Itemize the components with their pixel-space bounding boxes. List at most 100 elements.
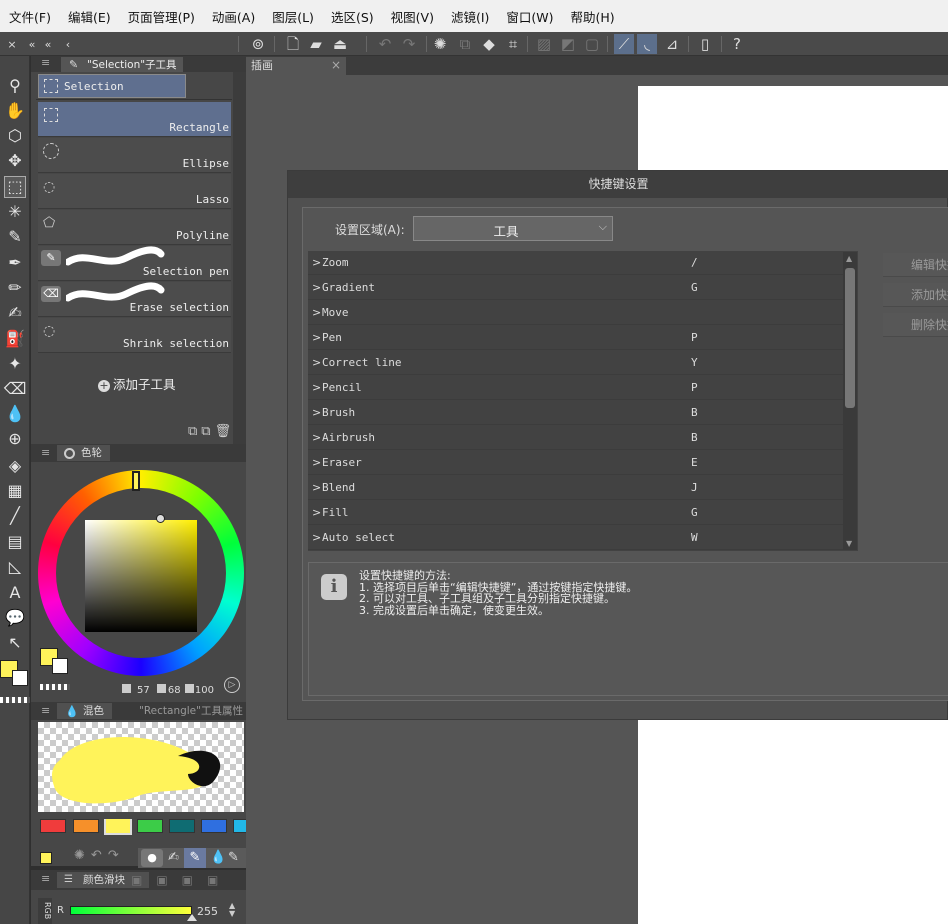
other-panel-tabs[interactable]: ▣▣▣▣ <box>131 873 241 887</box>
add-subtool-button[interactable]: + 添加子工具 <box>98 374 176 393</box>
subtool-ellipse[interactable]: Ellipse <box>38 138 231 173</box>
eyedropper-icon[interactable]: ✎ <box>228 850 239 865</box>
new-file-icon[interactable]: 🗋 <box>283 34 303 54</box>
deselect-icon[interactable]: ▢ <box>582 34 602 54</box>
subtool-selection-pen[interactable]: ✎ Selection pen <box>38 246 231 281</box>
shortcut-row[interactable]: > Brush B <box>308 401 844 425</box>
operation-icon[interactable]: ⬡ <box>4 125 26 147</box>
menu-file[interactable]: 文件(F) <box>0 7 59 26</box>
snap-grid-icon[interactable]: ⊿ <box>662 34 682 54</box>
menu-selection[interactable]: 选区(S) <box>322 7 382 26</box>
brush-icon[interactable]: ✍ <box>168 850 179 865</box>
transform-icon[interactable]: ⧉ <box>455 34 475 54</box>
transparent-color-icon[interactable] <box>0 697 30 703</box>
loading-icon[interactable]: ✺ <box>430 34 450 54</box>
panel-menu-icon[interactable]: ≡ <box>41 704 50 717</box>
undo-icon[interactable]: ↶ <box>375 34 395 54</box>
double-left-icon[interactable]: « <box>38 34 58 54</box>
pen-icon[interactable]: ✎ <box>184 848 206 868</box>
brush-icon[interactable]: ✍ <box>4 302 26 324</box>
palette-swatch-teal[interactable] <box>169 819 195 833</box>
transparent-color-icon[interactable] <box>40 684 70 690</box>
expand-arrow-icon[interactable]: > <box>312 406 321 419</box>
expand-arrow-icon[interactable]: > <box>312 531 321 544</box>
menu-page[interactable]: 页面管理(P) <box>119 7 203 26</box>
saturation-value-square[interactable] <box>85 520 197 632</box>
save-icon[interactable]: ⏏ <box>330 34 350 54</box>
pencil-icon[interactable]: ✏ <box>4 277 26 299</box>
expand-arrow-icon[interactable]: > <box>312 381 321 394</box>
shortcut-row[interactable]: > Blend J <box>308 476 844 500</box>
r-channel-value[interactable]: 255 <box>197 905 218 918</box>
copy-subtool-icon[interactable]: ⧉ <box>188 424 201 439</box>
shortcut-row[interactable]: > Pen P <box>308 326 844 350</box>
palette-swatch-orange[interactable] <box>73 819 99 833</box>
menu-layer[interactable]: 图层(L) <box>263 7 322 26</box>
palette-swatch-green[interactable] <box>137 819 163 833</box>
subtool-shrink-selection[interactable]: ◌ Shrink selection <box>38 318 231 353</box>
expand-arrow-icon[interactable]: > <box>312 506 321 519</box>
gradient-icon[interactable]: ▦ <box>4 480 26 502</box>
tab-subtool[interactable]: "Selection"子工具 <box>61 57 183 73</box>
delete-shortcut-button[interactable]: 删除快捷键 <box>883 313 948 337</box>
invert-selection-icon[interactable]: ◩ <box>558 34 578 54</box>
figure-icon[interactable]: ⊕ <box>4 428 26 450</box>
fill-bucket-icon[interactable]: ◈ <box>4 455 26 477</box>
palette-swatch-red[interactable] <box>40 819 66 833</box>
redo-icon[interactable]: ↷ <box>108 848 125 863</box>
clear-icon[interactable]: ✺ <box>74 848 91 863</box>
crop-icon[interactable]: ⌗ <box>503 34 523 54</box>
scroll-down-icon[interactable]: ▼ <box>846 539 852 548</box>
mix-canvas[interactable] <box>38 722 244 812</box>
add-shortcut-button[interactable]: 添加快捷键 <box>883 283 948 307</box>
tab-tool-property[interactable]: "Rectangle"工具属性 <box>115 703 246 719</box>
shortcut-row[interactable]: > Auto select W <box>308 526 844 550</box>
shortcut-row[interactable]: > Airbrush B <box>308 426 844 450</box>
blend-icon[interactable]: 💧 <box>4 403 26 425</box>
expand-arrow-icon[interactable]: > <box>312 256 321 269</box>
device-icon[interactable]: ▯ <box>695 34 715 54</box>
eraser-icon[interactable]: ⌫ <box>4 378 27 400</box>
subtool-group-selection[interactable]: Selection <box>38 74 186 98</box>
subtool-rectangle[interactable]: Rectangle <box>38 102 231 137</box>
fill-icon[interactable]: ◆ <box>479 34 499 54</box>
duplicate-subtool-icon[interactable]: ⧉ <box>201 424 214 439</box>
app-logo-icon[interactable]: ⊚ <box>248 34 268 54</box>
shortcut-row[interactable]: > Fill G <box>308 501 844 525</box>
selection-icon[interactable]: ⬚ <box>4 176 26 198</box>
sub-color-swatch[interactable] <box>12 670 28 686</box>
open-folder-icon[interactable]: ▰ <box>306 34 326 54</box>
panel-menu-icon[interactable]: ≡ <box>41 872 50 885</box>
hide-selection-icon[interactable]: ▨ <box>534 34 554 54</box>
shortcut-row[interactable]: > Move <box>308 301 844 325</box>
expand-arrow-icon[interactable]: > <box>312 281 321 294</box>
hue-cursor[interactable] <box>132 471 140 491</box>
snap-special-ruler-icon[interactable]: ◟ <box>637 34 657 54</box>
subtool-lasso[interactable]: ◌ Lasso <box>38 174 231 209</box>
undo-icon[interactable]: ↶ <box>91 848 108 863</box>
line-icon[interactable]: ╱ <box>4 505 26 527</box>
panel-menu-icon[interactable]: ≡ <box>41 446 50 459</box>
redo-icon[interactable]: ↷ <box>399 34 419 54</box>
menu-animation[interactable]: 动画(A) <box>203 7 263 26</box>
chevron-left-icon[interactable]: ‹ <box>58 34 78 54</box>
scroll-up-icon[interactable]: ▲ <box>846 254 852 263</box>
close-icon[interactable]: × <box>2 34 22 54</box>
zoom-icon[interactable]: ⚲ <box>4 75 26 97</box>
subtool-scrollbar[interactable] <box>233 72 246 444</box>
airbrush-icon[interactable]: ⛽ <box>4 328 26 350</box>
blend-icon[interactable]: 💧 <box>210 850 226 865</box>
expand-arrow-icon[interactable]: > <box>312 331 321 344</box>
subtool-polyline[interactable]: ⬠ Polyline <box>38 210 231 245</box>
color-mode-label[interactable]: RGB <box>38 898 52 924</box>
menu-help[interactable]: 帮助(H) <box>562 7 623 26</box>
decoration-icon[interactable]: ✦ <box>4 353 26 375</box>
palette-swatch-cyan[interactable] <box>233 819 246 833</box>
menu-edit[interactable]: 编辑(E) <box>59 7 119 26</box>
move-icon[interactable]: ✥ <box>4 150 26 172</box>
value-spinner[interactable]: ▲ ▼ <box>229 902 235 918</box>
shortcut-row[interactable]: > Zoom / <box>308 251 844 275</box>
hand-icon[interactable]: ✋ <box>4 100 26 122</box>
text-icon[interactable]: A <box>4 582 26 604</box>
ruler-icon[interactable]: ◺ <box>4 556 26 578</box>
